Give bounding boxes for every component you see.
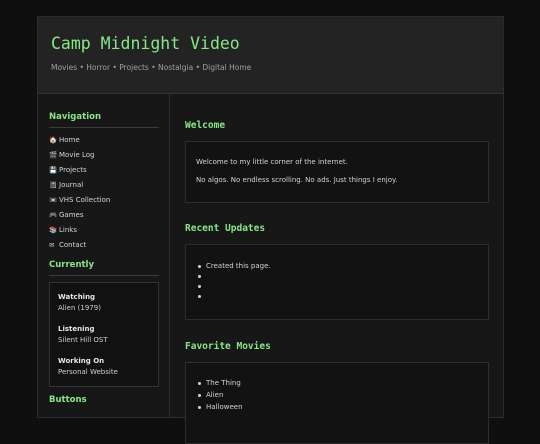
main-content: Welcome Welcome to my little corner of t… <box>171 94 503 444</box>
nav-item-label: Contact <box>59 241 87 249</box>
currently-label: Watching <box>58 293 96 301</box>
favorite-movies-card: The Thing Alien Halloween <box>185 362 489 444</box>
nav-item-label: Links <box>59 226 77 234</box>
nav-item-vhs-collection[interactable]: 📼 VHS Collection <box>49 196 110 204</box>
nav-item-home[interactable]: 🏠 Home <box>49 136 80 144</box>
section-title-favorite-movies: Favorite Movies <box>185 341 271 352</box>
nav-item-games[interactable]: 🎮 Games <box>49 211 84 219</box>
welcome-text: No algos. No endless scrolling. No ads. … <box>196 176 398 184</box>
books-icon: 📚 <box>49 226 58 234</box>
section-title-recent-updates: Recent Updates <box>185 223 266 234</box>
currently-panel: Watching Alien (1979) Listening Silent H… <box>49 282 159 387</box>
nav-item-movie-log[interactable]: 🎬 Movie Log <box>49 151 94 159</box>
nav-item-label: Movie Log <box>59 151 95 159</box>
section-title-welcome: Welcome <box>185 120 226 131</box>
gamepad-icon: 🎮 <box>49 211 58 219</box>
welcome-card: Welcome to my little corner of the inter… <box>185 141 489 203</box>
nav-item-links[interactable]: 📚 Links <box>49 226 77 234</box>
currently-value: Silent Hill OST <box>58 336 108 344</box>
list-item: Created this page. <box>198 262 271 270</box>
site-tagline: Movies • Horror • Projects • Nostalgia •… <box>51 63 252 72</box>
list-item: Alien <box>197 391 224 399</box>
nav-item-label: Games <box>59 211 84 219</box>
page-frame: Camp Midnight Video Movies • Horror • Pr… <box>37 16 504 444</box>
currently-label: Working On <box>58 357 105 365</box>
nav-item-label: Home <box>59 136 80 144</box>
sidebar: Navigation 🏠 Home 🎬 Movie Log 💾 Projects 📓 J… <box>38 94 170 417</box>
nav-item-label: Journal <box>59 181 84 189</box>
nav-item-label: Projects <box>59 166 87 174</box>
currently-label: Listening <box>58 325 95 333</box>
floppy-icon: 💾 <box>49 166 58 174</box>
divider <box>49 275 159 276</box>
nav-item-label: VHS Collection <box>59 196 111 204</box>
currently-value: Personal Website <box>58 368 118 376</box>
list-item: The Thing <box>198 379 241 387</box>
buttons-heading: Buttons <box>49 395 87 405</box>
home-icon: 🏠 <box>49 136 58 144</box>
welcome-text: Welcome to my little corner of the inter… <box>196 158 348 166</box>
divider <box>49 127 159 128</box>
navigation-heading: Navigation <box>49 112 101 122</box>
nav-item-journal[interactable]: 📓 Journal <box>49 181 83 189</box>
currently-value: Alien (1979) <box>58 304 101 312</box>
site-header: Camp Midnight Video Movies • Horror • Pr… <box>38 17 503 94</box>
currently-heading: Currently <box>49 260 95 270</box>
recent-updates-card: Created this page. <box>185 244 489 320</box>
mail-icon: ✉ <box>49 241 55 249</box>
vhs-icon: 📼 <box>49 196 58 204</box>
list-item: Halloween <box>198 403 243 411</box>
notebook-icon: 📓 <box>49 181 58 189</box>
nav-item-projects[interactable]: 💾 Projects <box>49 166 87 174</box>
site-title[interactable]: Camp Midnight Video <box>51 34 240 53</box>
nav-item-contact[interactable]: ✉ Contact <box>49 241 86 249</box>
film-icon: 🎬 <box>49 151 58 159</box>
